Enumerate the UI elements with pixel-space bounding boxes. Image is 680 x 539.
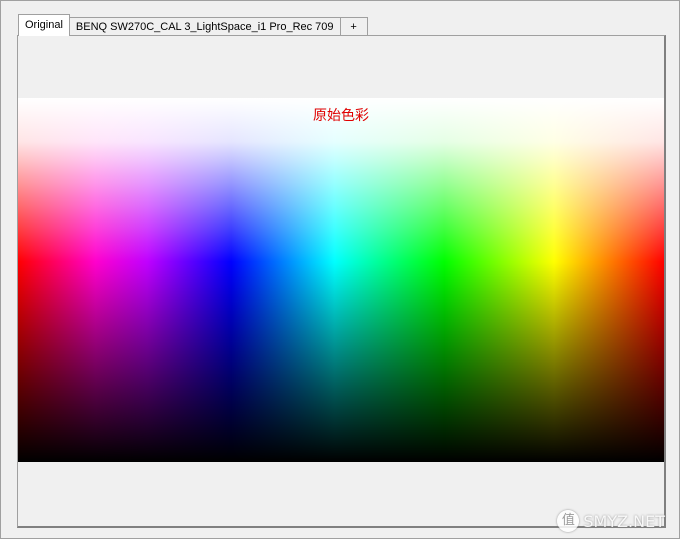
- watermark: 值 SMYZ.NET: [557, 510, 665, 532]
- tab-benq-calibration[interactable]: BENQ SW270C_CAL 3_LightSpace_i1 Pro_Rec …: [68, 17, 341, 36]
- canvas-title: 原始色彩: [313, 108, 369, 124]
- watermark-logo-icon: 值: [557, 510, 580, 532]
- color-spectrum-graphic: [18, 98, 664, 462]
- tab-original[interactable]: Original: [18, 14, 70, 36]
- color-gradient-canvas: 原始色彩: [18, 98, 664, 462]
- watermark-text: SMYZ.NET: [583, 511, 665, 531]
- add-tab-button[interactable]: +: [339, 17, 368, 36]
- tab-panel: 原始色彩: [17, 35, 666, 528]
- app-window: Original BENQ SW270C_CAL 3_LightSpace_i1…: [0, 0, 680, 539]
- tab-strip: Original BENQ SW270C_CAL 3_LightSpace_i1…: [18, 14, 368, 36]
